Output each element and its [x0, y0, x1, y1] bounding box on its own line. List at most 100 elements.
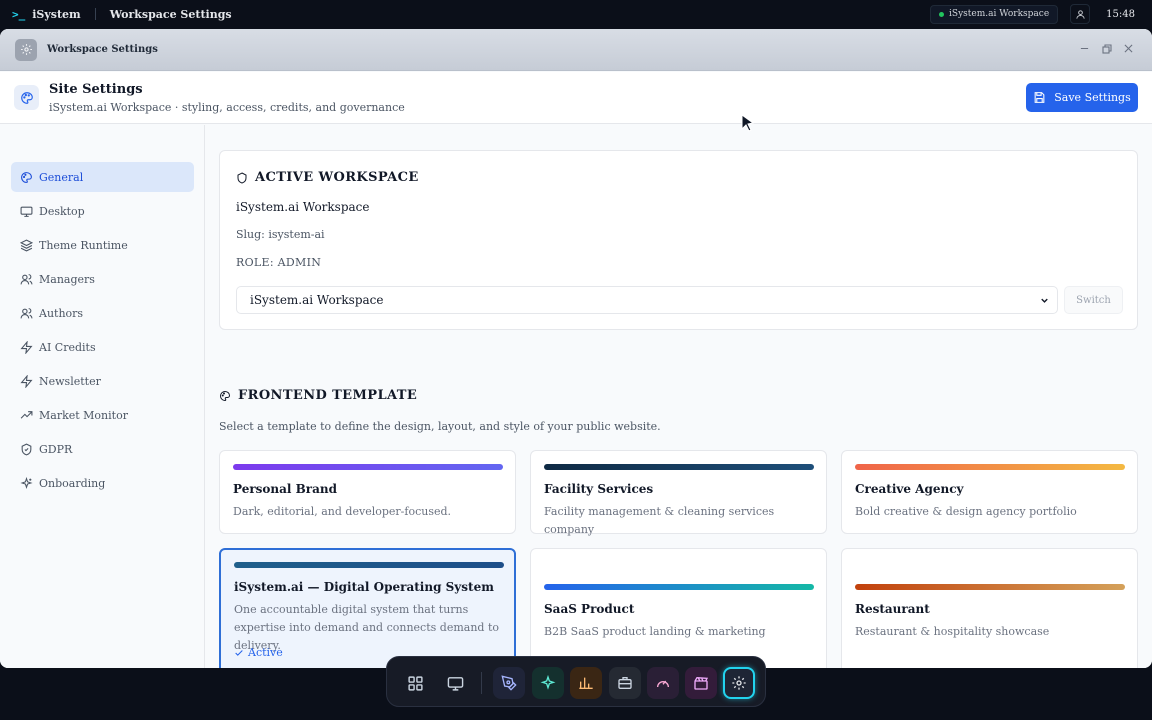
palette-icon [21, 171, 32, 183]
page-title: Site Settings [49, 82, 143, 97]
sidebar-item-label: Newsletter [39, 374, 101, 388]
sidebar-item-general[interactable]: General [11, 162, 194, 192]
sparkles-icon [20, 476, 33, 489]
active-workspace-heading-text: ACTIVE WORKSPACE [255, 170, 419, 185]
sidebar-item-gdpr[interactable]: GDPR [11, 434, 194, 464]
sidebar-item-label: Theme Runtime [39, 238, 128, 252]
window-titlebar[interactable]: Workspace Settings [0, 29, 1152, 71]
check-icon [235, 649, 243, 656]
app-dock [386, 656, 766, 707]
template-name: iSystem.ai — Digital Operating System [234, 580, 494, 594]
apps-grid-icon [407, 675, 423, 691]
sidebar-item-label: Authors [39, 306, 84, 320]
sidebar-item-label: Onboarding [39, 476, 106, 490]
pen-tool-icon [501, 675, 517, 691]
template-name: SaaS Product [544, 602, 635, 616]
template-card-isystem-dos[interactable]: iSystem.ai — Digital Operating System On… [219, 548, 516, 668]
template-color-bar [855, 584, 1125, 590]
close-button[interactable] [1123, 43, 1134, 54]
dock-monitor-button[interactable] [647, 667, 679, 699]
sparkles-icon [540, 675, 556, 690]
layers-icon [20, 238, 33, 252]
terminal-prompt-icon: >_ [12, 7, 26, 21]
dock-media-button[interactable] [685, 667, 717, 699]
sidebar-item-label: AI Credits [39, 340, 96, 354]
sidebar-item-authors[interactable]: Authors [11, 298, 194, 328]
template-card-facility-services[interactable]: Facility Services Facility management & … [530, 450, 827, 536]
template-color-bar [234, 562, 504, 568]
window-app-icon [15, 38, 37, 61]
chevron-down-icon [1041, 298, 1048, 303]
settings-window: Workspace Settings Site Settings iSystem… [0, 29, 1152, 668]
sidebar-item-onboarding[interactable]: Onboarding [11, 468, 194, 498]
save-icon [1034, 92, 1045, 103]
template-card-personal-brand[interactable]: Personal Brand Dark, editorial, and deve… [219, 450, 516, 534]
sidebar-item-theme-runtime[interactable]: Theme Runtime [11, 230, 194, 260]
users-icon [20, 307, 33, 318]
save-settings-button[interactable]: Save Settings [1026, 83, 1138, 112]
users-icon [20, 273, 33, 284]
sidebar-item-market-monitor[interactable]: Market Monitor [11, 400, 194, 430]
template-card-restaurant[interactable]: Restaurant Restaurant & hospitality show… [841, 548, 1138, 668]
active-window-title: Workspace Settings [109, 7, 232, 21]
maximize-button[interactable] [1101, 43, 1112, 54]
dock-apps-button[interactable] [399, 667, 431, 699]
dock-desktop-button[interactable] [439, 667, 471, 699]
sidebar-item-label: Managers [39, 272, 95, 286]
template-name: Creative Agency [855, 482, 964, 496]
site-settings-badge [14, 85, 39, 110]
workspace-name: iSystem.ai Workspace [236, 200, 370, 214]
sidebar-item-managers[interactable]: Managers [11, 264, 194, 294]
frontend-template-heading: FRONTEND TEMPLATE [219, 388, 417, 403]
workspace-indicator[interactable]: iSystem.ai Workspace [930, 4, 1059, 24]
zap-icon [20, 340, 33, 354]
template-card-creative-agency[interactable]: Creative Agency Bold creative & design a… [841, 450, 1138, 534]
template-card-saas-product[interactable]: SaaS Product B2B SaaS product landing & … [530, 548, 827, 668]
workspace-indicator-label: iSystem.ai Workspace [949, 9, 1050, 19]
dock-design-button[interactable] [493, 667, 525, 699]
workspace-slug: Slug: isystem-ai [236, 228, 325, 241]
sidebar-item-label: Market Monitor [39, 408, 128, 422]
save-settings-label: Save Settings [1054, 91, 1131, 104]
template-name: Restaurant [855, 602, 930, 616]
system-top-bar: >_ iSystem Workspace Settings iSystem.ai… [0, 0, 1152, 28]
switch-workspace-button[interactable]: Switch [1064, 286, 1123, 314]
template-color-bar [544, 464, 814, 470]
user-menu-button[interactable] [1070, 4, 1091, 24]
frontend-template-heading-text: FRONTEND TEMPLATE [238, 388, 418, 403]
settings-main-content: ACTIVE WORKSPACE iSystem.ai Workspace Sl… [206, 125, 1152, 668]
brand-name: iSystem [32, 7, 81, 21]
template-active-badge: Active [234, 646, 283, 659]
mouse-cursor-icon [741, 114, 755, 132]
zap-icon [20, 374, 33, 388]
template-active-label: Active [248, 646, 283, 659]
workspace-select[interactable]: iSystem.ai Workspace [236, 286, 1058, 314]
close-icon [1124, 44, 1133, 53]
page-header: Site Settings iSystem.ai Workspace · sty… [0, 72, 1152, 124]
active-workspace-heading: ACTIVE WORKSPACE [236, 170, 419, 185]
settings-sidebar: General Desktop Theme Runtime Managers A… [0, 125, 205, 668]
user-icon [1076, 9, 1085, 19]
minimize-button[interactable] [1079, 43, 1090, 54]
template-color-bar [855, 464, 1125, 470]
status-dot-icon [939, 11, 945, 17]
dock-briefcase-button[interactable] [609, 667, 641, 699]
dock-settings-button[interactable] [723, 667, 755, 699]
sidebar-item-label: Desktop [39, 204, 85, 218]
shield-icon [237, 171, 247, 184]
window-title: Workspace Settings [47, 44, 158, 55]
settings-icon [732, 676, 746, 690]
sidebar-item-label: GDPR [39, 442, 73, 456]
sidebar-item-desktop[interactable]: Desktop [11, 196, 194, 226]
template-name: Facility Services [544, 482, 654, 496]
system-brand[interactable]: >_ iSystem [12, 8, 81, 21]
sidebar-item-ai-credits[interactable]: AI Credits [11, 332, 194, 362]
template-color-bar [544, 584, 814, 590]
sidebar-item-newsletter[interactable]: Newsletter [11, 366, 194, 396]
dock-ai-button[interactable] [532, 667, 564, 699]
template-description: Bold creative & design agency portfolio [855, 505, 1077, 518]
dock-analytics-button[interactable] [570, 667, 602, 699]
system-clock: 15:48 [1106, 8, 1135, 20]
bar-chart-icon [579, 677, 593, 689]
trending-up-icon [20, 410, 33, 419]
